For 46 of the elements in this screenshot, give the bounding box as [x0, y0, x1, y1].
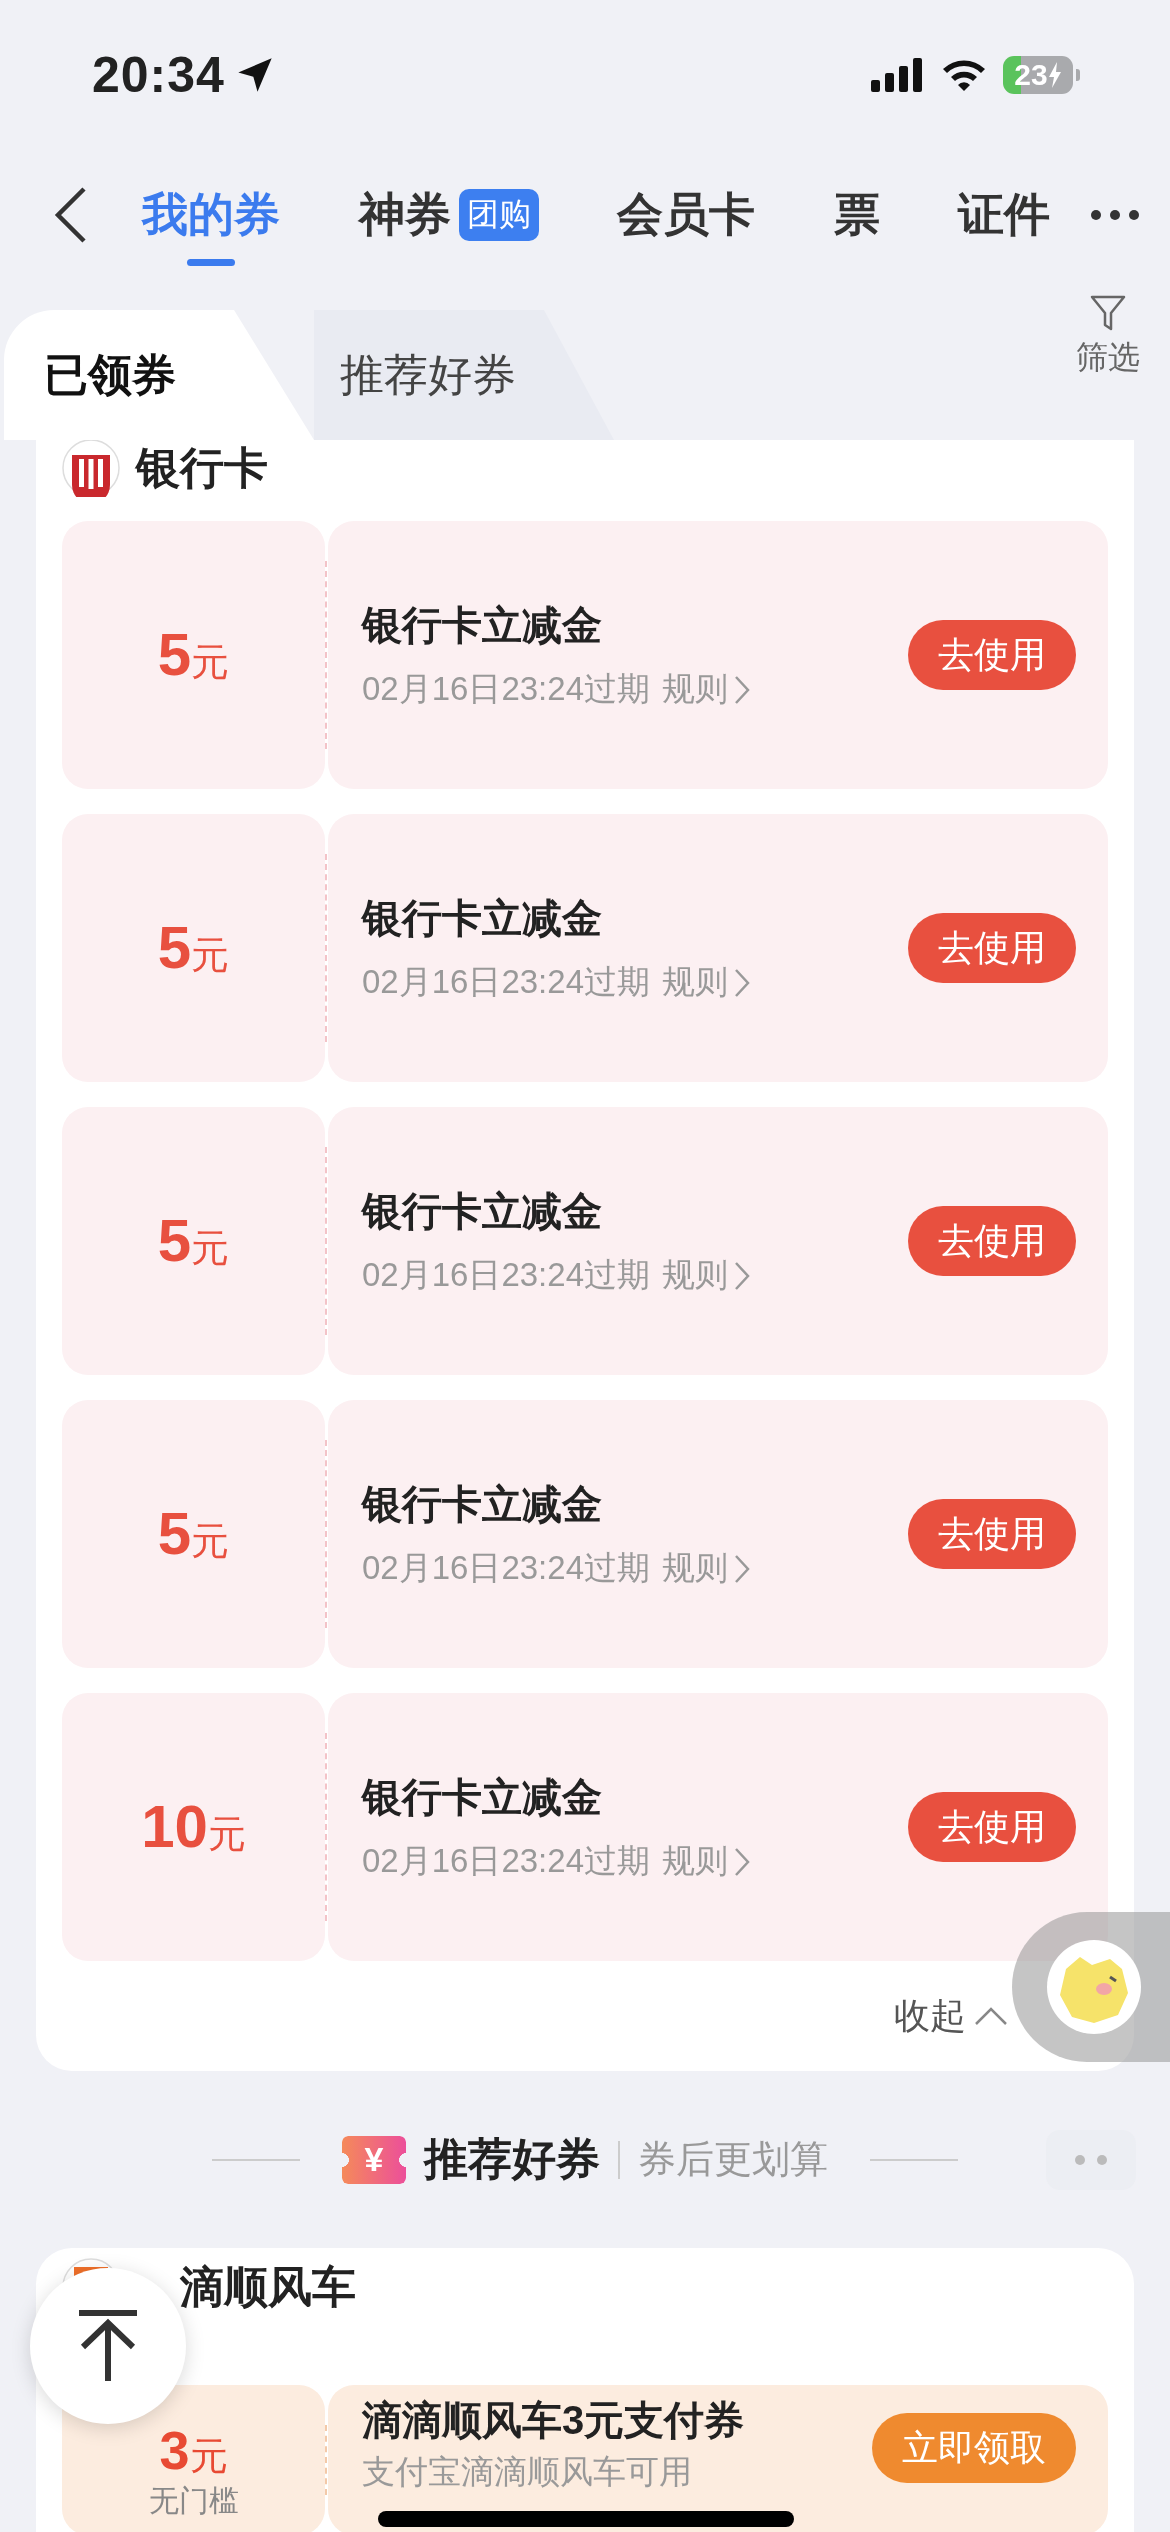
nav-tab[interactable]: 神券 团购 — [358, 174, 539, 268]
action-button[interactable]: 立即领取 — [872, 2413, 1076, 2483]
rules-link[interactable]: 规则 — [662, 1839, 750, 1884]
nav-tab[interactable]: 票 — [833, 174, 880, 268]
nav-tab[interactable]: 我的券 — [142, 174, 280, 268]
coupon-title: 滴滴顺风车3元支付券 — [362, 2397, 746, 2444]
action-button[interactable]: 去使用 — [908, 1792, 1076, 1862]
filter-button[interactable]: 筛选 — [1076, 294, 1140, 380]
action-button[interactable]: 去使用 — [908, 1206, 1076, 1276]
coupon-description: 支付宝滴滴顺风车可用 — [362, 2452, 692, 2492]
nav-tab[interactable]: 会员卡 — [617, 174, 755, 268]
coupon-amount: 5元 — [157, 1504, 230, 1564]
coupon-amount: 3元 — [159, 2423, 228, 2477]
coupon-ticket-icon: ¥ — [342, 2135, 406, 2184]
coupon-title: 银行卡立减金 — [362, 1774, 603, 1821]
coupon-condition: 无门槛 — [148, 2483, 239, 2519]
coupon-title: 银行卡立减金 — [362, 895, 603, 942]
section-title: 推荐好券 — [424, 2133, 600, 2185]
coupon-amount: 5元 — [157, 625, 230, 685]
collapse-button[interactable]: 收起 — [894, 1991, 1008, 2041]
rules-link[interactable]: 规则 — [662, 960, 750, 1005]
rules-link[interactable]: 规则 — [662, 1546, 750, 1591]
section-subtitle: 券后更划算 — [638, 2137, 828, 2182]
segment-tab[interactable]: 推荐好券 — [314, 310, 614, 440]
segment-tab[interactable]: 已领券 — [4, 310, 314, 440]
coupon-amount: 5元 — [157, 918, 230, 978]
clock-time: 20:34 — [92, 46, 225, 104]
coupon-title: 银行卡立减金 — [362, 1188, 603, 1235]
coupon-title: 银行卡立减金 — [362, 1481, 603, 1528]
expiry-date: 02月16日23:24过期 — [362, 1548, 650, 1588]
expiry-date: 02月16日23:24过期 — [362, 962, 650, 1002]
coupon-amount: 10元 — [141, 1797, 246, 1857]
action-button[interactable]: 去使用 — [908, 620, 1076, 690]
expiry-date: 02月16日23:24过期 — [362, 669, 650, 709]
coupon-amount: 5元 — [157, 1211, 230, 1271]
tag-badge: 团购 — [458, 189, 539, 241]
action-button[interactable]: 去使用 — [908, 1499, 1076, 1569]
coupon-title: 银行卡立减金 — [362, 602, 603, 649]
action-button[interactable]: 去使用 — [908, 913, 1076, 983]
rules-link[interactable]: 规则 — [662, 667, 750, 712]
brand-name: 银行卡 — [136, 441, 268, 494]
brand-name: 滴顺风车 — [180, 2261, 356, 2313]
expiry-date: 02月16日23:24过期 — [362, 1841, 650, 1881]
rules-link[interactable]: 规则 — [662, 1253, 750, 1298]
expiry-date: 02月16日23:24过期 — [362, 1255, 650, 1295]
nav-tab[interactable]: 证件 — [958, 174, 1050, 268]
